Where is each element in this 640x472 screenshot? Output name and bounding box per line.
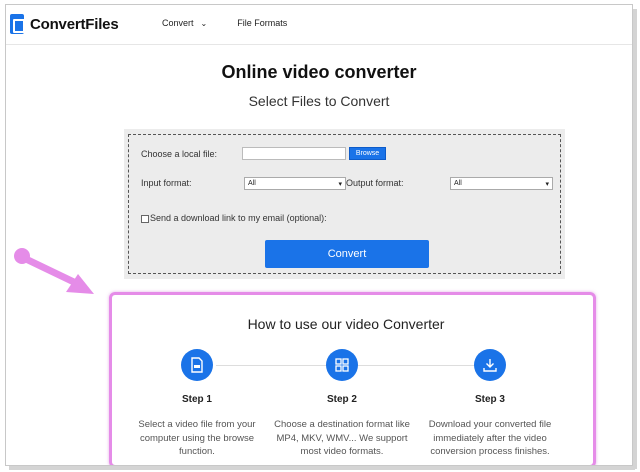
input-format-label: Input format: [141,178,192,188]
nav-item-file-formats[interactable]: File Formats [237,18,287,28]
email-label: Send a download link to my email (option… [150,213,327,223]
email-checkbox[interactable] [141,215,149,223]
pointer-arrow-icon [14,248,94,294]
output-format-label: Output format: [346,178,404,188]
top-navbar: ConvertFiles Convert ⌄ File Formats [6,5,632,45]
chevron-down-icon: ⌄ [200,18,208,28]
window-shadow-right [633,9,637,469]
chevron-down-icon: ▾ [545,180,549,188]
brand-logo[interactable]: ConvertFiles [10,14,119,34]
browse-button[interactable]: Browse [349,147,386,160]
converter-form: Choose a local file: Browse Input format… [124,129,565,279]
output-format-select[interactable]: All ▾ [450,177,553,190]
chevron-down-icon: ▾ [338,180,342,188]
nav-item-label: File Formats [237,18,288,28]
window-shadow-bottom [9,466,635,470]
nav-item-convert[interactable]: Convert ⌄ [162,18,207,28]
output-format-value: All [454,180,462,187]
form-dashed-box: Choose a local file: Browse Input format… [128,134,561,274]
brand-name: ConvertFiles [30,15,119,33]
page-subtitle: Select Files to Convert [248,93,390,109]
page-title: Online video converter [221,62,417,82]
input-format-select[interactable]: All ▾ [244,177,346,190]
main-nav: Convert ⌄ File Formats [162,18,317,28]
input-format-value: All [248,180,256,187]
convert-button[interactable]: Convert [265,240,429,268]
howto-highlight-box [109,292,596,465]
nav-item-label: Convert [162,18,194,28]
logo-icon [10,14,25,34]
file-path-input[interactable] [242,147,346,160]
local-file-label: Choose a local file: [141,149,218,159]
